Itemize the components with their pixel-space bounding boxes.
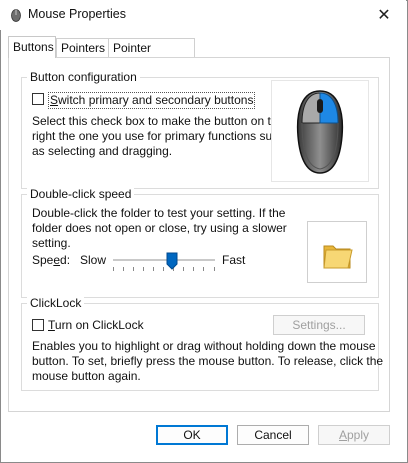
double-click-speed-slider[interactable] <box>113 252 215 276</box>
slider-tick <box>183 267 184 271</box>
slow-label: Slow <box>80 253 107 267</box>
mouse-app-icon <box>11 9 21 22</box>
switch-buttons-checkbox[interactable] <box>32 93 44 105</box>
slider-tick <box>193 267 194 271</box>
slider-tick <box>123 267 124 271</box>
slider-tick <box>214 267 215 271</box>
double-click-description-3: setting. <box>32 236 71 250</box>
tab-buttons[interactable]: Buttons <box>8 36 56 58</box>
close-button[interactable]: ✕ <box>368 2 400 28</box>
double-click-speed-legend: Double-click speed <box>27 187 135 201</box>
slider-tick <box>203 267 204 271</box>
ok-button[interactable]: OK <box>156 425 228 445</box>
tab-pointer-options[interactable]: Pointer Options <box>108 38 195 74</box>
mouse-icon <box>296 90 344 174</box>
slider-tick <box>143 267 144 271</box>
slider-tick <box>113 267 114 271</box>
button-config-description-2: right the one you use for primary functi… <box>32 129 285 143</box>
title-bar: Mouse Properties ✕ <box>0 0 406 30</box>
clicklock-legend: ClickLock <box>27 296 85 310</box>
speed-label: Speed: <box>32 253 71 267</box>
folder-icon <box>323 245 353 269</box>
fast-label: Fast <box>222 253 246 267</box>
tab-bar: Buttons Pointers Pointer Options <box>8 36 208 74</box>
clicklock-description-2: button. To set, briefly press the mouse … <box>32 354 384 368</box>
close-icon: ✕ <box>377 7 391 24</box>
slider-tick <box>153 267 154 271</box>
button-config-description-1: Select this check box to make the button… <box>32 114 285 128</box>
slider-thumb[interactable] <box>166 252 178 270</box>
double-click-description-1: Double-click the folder to test your set… <box>32 206 286 220</box>
mouse-image-box <box>271 80 369 182</box>
clicklock-checkbox[interactable] <box>32 319 44 331</box>
test-folder-box[interactable] <box>307 221 367 283</box>
button-config-description-3: as selecting and dragging. <box>32 144 173 158</box>
clicklock-settings-button[interactable]: Settings... <box>273 315 365 335</box>
switch-buttons-label[interactable]: Switch primary and secondary buttons <box>48 92 256 109</box>
double-click-description-2: folder does not open or close, try using… <box>32 221 287 235</box>
slider-track <box>113 259 215 261</box>
button-configuration-legend: Button configuration <box>27 70 140 84</box>
clicklock-label[interactable]: Turn on ClickLock <box>48 318 144 333</box>
buttons-tab-panel: Button configuration Switch primary and … <box>8 57 390 412</box>
clicklock-description-3: mouse button again. <box>32 369 141 383</box>
slider-tick <box>133 267 134 271</box>
tab-pointers[interactable]: Pointers <box>56 38 109 57</box>
slider-tick <box>163 267 164 271</box>
apply-button[interactable]: Apply <box>318 425 390 445</box>
cancel-button[interactable]: Cancel <box>237 425 309 445</box>
window-title: Mouse Properties <box>28 7 126 21</box>
clicklock-description-1: Enables you to highlight or drag without… <box>32 339 376 353</box>
